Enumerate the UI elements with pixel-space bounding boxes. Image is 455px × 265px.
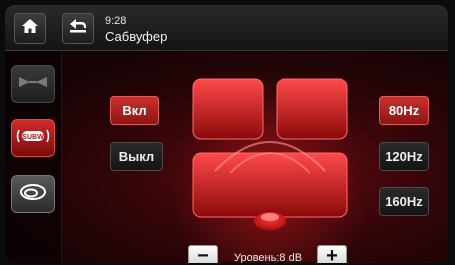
subwoofer-icon: SUBW xyxy=(16,127,50,150)
back-arrow-icon xyxy=(68,18,88,39)
balance-icon xyxy=(18,74,48,95)
sidebar-item-balance[interactable] xyxy=(11,65,55,103)
crossover-80hz-button[interactable]: 80Hz xyxy=(379,96,429,125)
app-frame: 9:28 Сабвуфер SUBW Вкл Выкл 80Hz 120Hz 1… xyxy=(5,5,448,263)
home-button[interactable] xyxy=(14,13,46,44)
level-readout: Уровень:8 dB xyxy=(233,252,303,263)
power-off-button[interactable]: Выкл xyxy=(110,142,163,171)
level-decrease-button[interactable]: − xyxy=(188,245,218,263)
page-title: Сабвуфер xyxy=(105,29,168,44)
surround-icon xyxy=(19,182,47,207)
svg-text:SUBW: SUBW xyxy=(22,134,44,141)
home-icon xyxy=(21,18,39,39)
crossover-160hz-button[interactable]: 160Hz xyxy=(379,187,429,216)
clock-time: 9:28 xyxy=(105,15,127,27)
mode-sidebar: SUBW xyxy=(5,51,62,263)
subwoofer-panel: SUBW Вкл Выкл 80Hz 120Hz 160Hz − Уровень… xyxy=(5,51,448,263)
sidebar-item-surround[interactable] xyxy=(11,175,55,213)
level-increase-button[interactable]: + xyxy=(317,245,347,263)
crossover-120hz-button[interactable]: 120Hz xyxy=(379,142,429,171)
sidebar-item-subwoofer[interactable]: SUBW xyxy=(11,119,55,157)
header-bar: 9:28 Сабвуфер xyxy=(5,5,448,51)
subwoofer-diagram xyxy=(192,78,348,230)
power-on-button[interactable]: Вкл xyxy=(110,96,159,125)
back-button[interactable] xyxy=(62,13,94,44)
